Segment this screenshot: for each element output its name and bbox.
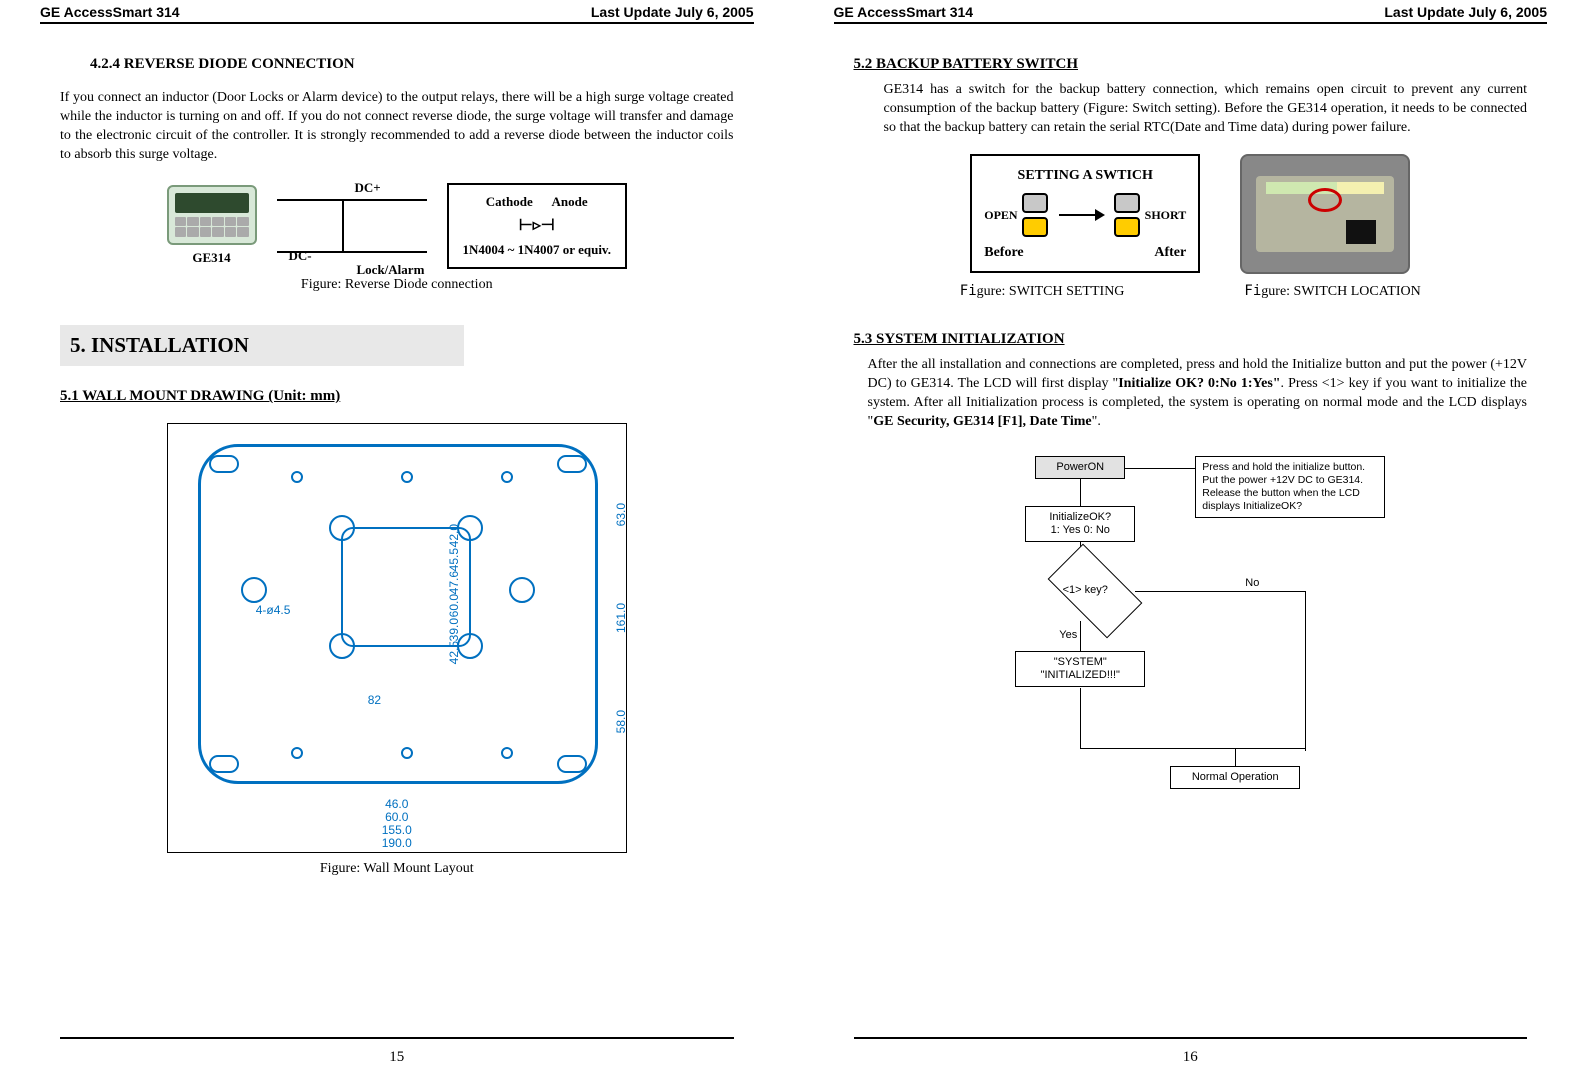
- lock-alarm-label: Lock/Alarm: [357, 261, 425, 279]
- section-body-424: If you connect an inductor (Door Locks o…: [60, 89, 734, 165]
- right-dimensions: 63.0 161.0 58.0: [613, 464, 630, 772]
- page-body-left: 4.2.4 REVERSE DIODE CONNECTION If you co…: [40, 24, 754, 1037]
- flow-note: Press and hold the initialize button. Pu…: [1195, 456, 1385, 519]
- section-title-52: 5.2 BACKUP BATTERY SWITCH: [854, 54, 1079, 75]
- wall-mount-drawing: 4-ø4.5 42.0 45.5 47.6 60.0 39.0 42.5 63.…: [167, 423, 627, 853]
- ge314-label: GE314: [167, 249, 257, 267]
- product-name: GE AccessSmart 314: [834, 4, 974, 20]
- mid-bottom-dim: 82: [368, 692, 381, 709]
- dc-plus-label: DC+: [355, 179, 381, 197]
- last-update: Last Update July 6, 2005: [591, 4, 754, 20]
- rj-port-icon: [1346, 220, 1376, 244]
- switch-figure-row: SETTING A SWTICH OPEN SHORT: [854, 154, 1528, 274]
- page-number-left: 15: [389, 1049, 404, 1065]
- section-5-heading: 5. INSTALLATION: [60, 325, 464, 366]
- switch-setting-caption: Figure: SWITCH SETTING: [960, 282, 1125, 302]
- ge314-device-icon: GE314: [167, 185, 257, 267]
- page-header-right: GE AccessSmart 314 Last Update July 6, 2…: [834, 0, 1548, 24]
- cathode-label: Cathode: [486, 194, 533, 209]
- last-update: Last Update July 6, 2005: [1384, 4, 1547, 20]
- reverse-diode-figure: GE314 DC+ DC- Lock/Alarm Cathode Anode ⊢…: [60, 183, 734, 270]
- section-title-53: 5.3 SYSTEM INITIALIZATION: [854, 329, 1065, 350]
- open-label: OPEN: [984, 207, 1017, 224]
- flow-decision-label: <1> key?: [1030, 584, 1140, 596]
- mid-dimensions: 42.0 45.5 47.6 60.0 39.0 42.5: [448, 524, 461, 664]
- switch-setting-diagram: SETTING A SWTICH OPEN SHORT: [970, 154, 1200, 273]
- wiring-icon: DC+ DC- Lock/Alarm: [277, 191, 427, 261]
- page-left: GE AccessSmart 314 Last Update July 6, 2…: [0, 0, 794, 1086]
- diode-symbol-icon: ⊢▹⊣: [463, 215, 611, 237]
- section-body-53: After the all installation and connectio…: [868, 356, 1528, 432]
- switch-location-caption: Figure: SWITCH LOCATION: [1244, 282, 1420, 302]
- bottom-dimensions: 46.0 60.0 155.0 190.0: [168, 798, 626, 851]
- mount-plate-icon: 4-ø4.5: [198, 444, 598, 784]
- switch-open-bot-icon: [1022, 217, 1048, 237]
- after-label: After: [1154, 243, 1186, 263]
- product-name: GE AccessSmart 314: [40, 4, 180, 20]
- section-title-424: 4.2.4 REVERSE DIODE CONNECTION: [90, 54, 734, 75]
- flow-yes-label: Yes: [1059, 628, 1077, 643]
- switch-title: SETTING A SWTICH: [984, 166, 1186, 186]
- switch-captions-row: Figure: SWITCH SETTING Figure: SWITCH LO…: [854, 282, 1528, 302]
- flow-system-initialized: "SYSTEM" "INITIALIZED!!!": [1015, 651, 1145, 687]
- hole-spec-label: 4-ø4.5: [256, 602, 291, 619]
- flow-init-ok: InitializeOK? 1: Yes 0: No: [1025, 506, 1135, 542]
- flow-power-on: PowerON: [1035, 456, 1125, 479]
- arrow-icon: [1059, 214, 1103, 216]
- short-label: SHORT: [1145, 207, 1187, 224]
- page-footer-left: 15: [60, 1037, 734, 1086]
- page-right: GE AccessSmart 314 Last Update July 6, 2…: [794, 0, 1587, 1086]
- switch-open-top-icon: [1022, 193, 1048, 213]
- section-body-52: GE314 has a switch for the backup batter…: [884, 81, 1528, 138]
- page-number-right: 16: [1183, 1049, 1198, 1065]
- diode-spec-label: 1N4004 ~ 1N4007 or equiv.: [463, 241, 611, 259]
- dc-minus-label: DC-: [289, 247, 312, 265]
- before-label: Before: [984, 243, 1023, 263]
- page-header-left: GE AccessSmart 314 Last Update July 6, 2…: [40, 0, 754, 24]
- anode-label: Anode: [552, 194, 588, 209]
- page-body-right: 5.2 BACKUP BATTERY SWITCH GE314 has a sw…: [834, 24, 1548, 1037]
- init-flowchart: Press and hold the initialize button. Pu…: [975, 456, 1405, 816]
- switch-short-bot-icon: [1114, 217, 1140, 237]
- flow-no-label: No: [1245, 576, 1259, 591]
- red-circle-icon: [1308, 188, 1342, 212]
- diode-spec-box: Cathode Anode ⊢▹⊣ 1N4004 ~ 1N4007 or equ…: [447, 183, 627, 270]
- section-title-51: 5.1 WALL MOUNT DRAWING (Unit: mm): [60, 386, 340, 407]
- wall-mount-caption: Figure: Wall Mount Layout: [60, 859, 734, 879]
- page-footer-right: 16: [854, 1037, 1528, 1086]
- flow-normal-op: Normal Operation: [1170, 766, 1300, 789]
- switch-location-photo: [1240, 154, 1410, 274]
- switch-short-top-icon: [1114, 193, 1140, 213]
